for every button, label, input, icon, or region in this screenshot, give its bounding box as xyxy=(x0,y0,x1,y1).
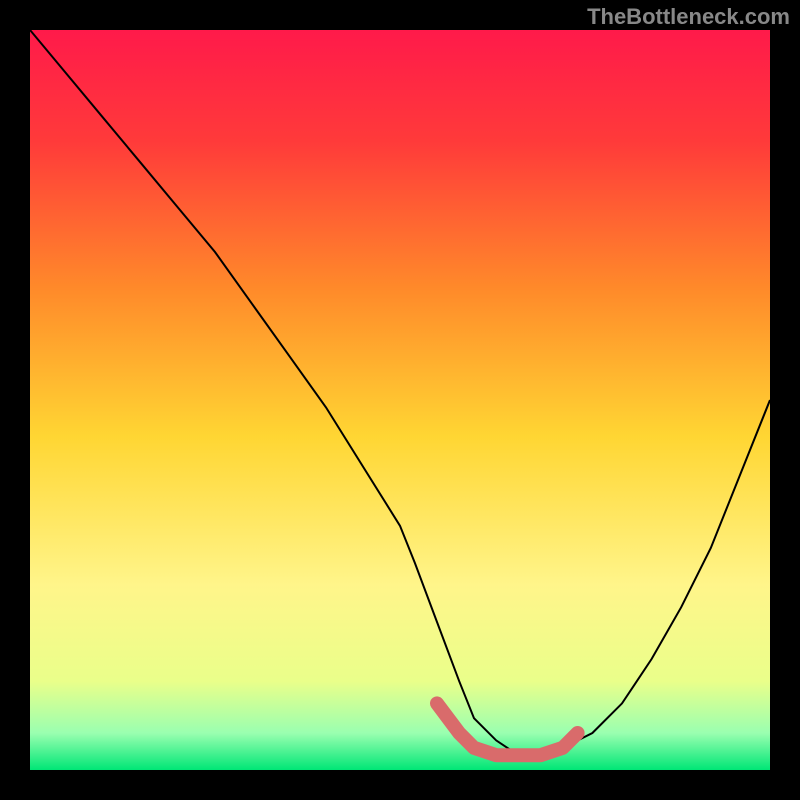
chart-frame xyxy=(30,30,770,770)
watermark-text: TheBottleneck.com xyxy=(587,4,790,30)
gradient-background xyxy=(30,30,770,770)
chart-plot xyxy=(30,30,770,770)
